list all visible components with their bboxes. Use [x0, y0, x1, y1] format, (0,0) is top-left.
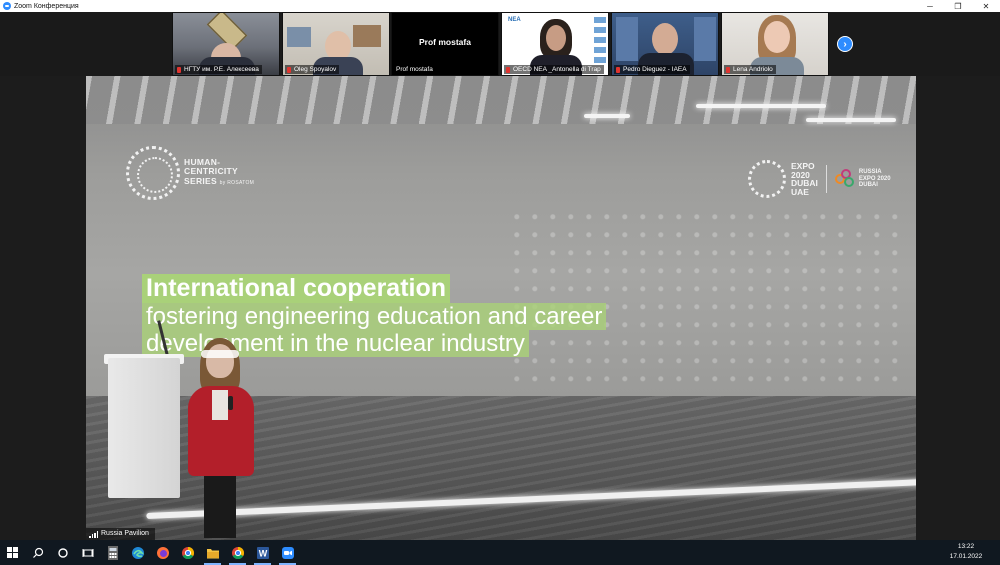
expo-ring-icon [748, 160, 786, 198]
chrome-icon [231, 546, 244, 559]
ceiling-light [806, 118, 896, 122]
nea-logo: NEA [508, 17, 521, 23]
taskbar-app[interactable] [100, 540, 125, 565]
active-speaker-video: HUMAN- CENTRICITY SERIES by ROSATOM EXPO… [86, 76, 916, 540]
logo-text: DUBAI [858, 182, 878, 189]
task-view-icon [82, 548, 93, 557]
speaker-name: Russia Pavilion [101, 530, 149, 537]
participant-name-tag: Oleg Spoyalov [285, 65, 340, 74]
mic-muted-icon [506, 66, 510, 73]
wall-picture [287, 27, 311, 47]
zoom-app-icon [3, 2, 11, 10]
participant-tile[interactable]: НГТУ им. Р.Е. Алексеева [172, 12, 280, 76]
podium [108, 358, 180, 498]
participant-tile[interactable]: Oleg Spoyalov [282, 12, 390, 76]
logo-text: SERIES [184, 175, 217, 186]
search-icon [32, 547, 43, 558]
taskbar-app[interactable] [225, 540, 250, 565]
zoom-window: Zoom Конференция ─ ❐ ✕ НГТУ им. Р.Е. Але… [0, 0, 1000, 565]
participant-tile[interactable]: Pedro Dieguez - IAEA [611, 12, 719, 76]
presenter-legs [204, 472, 236, 538]
avatar [652, 23, 678, 55]
face-shield [201, 350, 239, 358]
search-button[interactable] [25, 540, 50, 565]
next-page-button[interactable]: › [837, 36, 853, 52]
start-button[interactable] [0, 540, 25, 565]
ceiling-light [584, 114, 630, 118]
speaker-name-tag: Russia Pavilion [86, 528, 155, 540]
mic-muted-icon [287, 66, 291, 73]
divider [825, 165, 827, 193]
zoom-icon [281, 546, 294, 559]
close-button[interactable]: ✕ [972, 0, 1000, 12]
restore-button[interactable]: ❐ [944, 0, 972, 12]
taskbar-app[interactable] [275, 540, 300, 565]
ceiling-light [696, 104, 826, 108]
taskbar-app[interactable] [200, 540, 225, 565]
taskbar-app[interactable] [150, 540, 175, 565]
firefox-icon [156, 546, 169, 559]
connection-signal-icon [89, 530, 98, 538]
task-view-button[interactable] [75, 540, 100, 565]
ceiling [86, 76, 916, 124]
handheld-microphone [228, 396, 233, 410]
mic-muted-icon [726, 66, 730, 73]
clock-date: 17.01.2022 [949, 553, 983, 560]
taskbar-app[interactable] [125, 540, 150, 565]
participant-name-tag: НГТУ им. Р.Е. Алексеева [175, 65, 262, 74]
participant-name-tag: Prof mostafa [396, 66, 433, 73]
participant-name-tag: Lena Andriolo [724, 65, 776, 74]
slide-title-line: International cooperation [142, 274, 451, 303]
presenter [184, 338, 258, 538]
participant-name-tag: Pedro Dieguez - IAEA [614, 65, 690, 74]
title-bar: Zoom Конференция ─ ❐ ✕ [0, 0, 1000, 12]
windows-logo-icon [7, 547, 18, 558]
calculator-icon [107, 545, 118, 560]
cortana-icon [57, 547, 68, 558]
word-icon: W [256, 546, 269, 559]
human-centricity-logo: HUMAN- CENTRICITY SERIES by ROSATOM [126, 146, 254, 200]
meeting-area: НГТУ им. Р.Е. Алексеева Oleg Spoyalov Pr… [0, 12, 1000, 540]
dotted-circle-icon [126, 146, 180, 200]
file-explorer-icon [206, 548, 219, 558]
participant-tile[interactable]: Lena Andriolo [721, 12, 829, 76]
participant-gallery: НГТУ им. Р.Е. Алексеева Oleg Spoyalov Pr… [0, 12, 1000, 76]
edge-icon [131, 546, 144, 559]
participant-name-tag: OECD NEA _Antonella di Trap [504, 65, 604, 74]
system-clock[interactable]: 13:22 17.01.2022 [936, 542, 996, 562]
minimize-button[interactable]: ─ [916, 0, 944, 12]
chevron-right-icon: › [843, 39, 847, 50]
chrome-icon [181, 546, 194, 559]
presenter-shirt [212, 390, 228, 420]
expo-2020-logo: EXPO 2020 DUBAI UAE RUSSIA EXPO 2020 DUB… [748, 160, 891, 198]
slide-subtitle-line: fostering engineering education and care… [142, 303, 607, 330]
taskbar-app[interactable]: W [250, 540, 275, 565]
logo-text: by ROSATOM [219, 179, 255, 186]
participant-tile[interactable]: NEA OECD NEA _Antonella di Trap [501, 12, 609, 76]
mic-muted-icon [177, 66, 181, 73]
cortana-button[interactable] [50, 540, 75, 565]
svg-text:W: W [258, 548, 267, 558]
taskbar-app[interactable] [175, 540, 200, 565]
clock-time: 13:22 [957, 543, 975, 550]
participant-tile[interactable]: Prof mostafa Prof mostafa [391, 12, 499, 76]
decor-pattern [594, 17, 606, 67]
avatar [546, 25, 566, 51]
windows-taskbar: W [0, 540, 1000, 565]
avatar [764, 21, 790, 53]
logo-text: UAE [791, 186, 809, 197]
bookshelf [616, 17, 638, 61]
mic-muted-icon [616, 66, 620, 73]
russia-pavilion-icon [834, 169, 855, 189]
window-title: Zoom Конференция [14, 2, 79, 10]
bookshelf [694, 17, 716, 61]
wall-picture [353, 25, 381, 47]
participant-display-name: Prof mostafa [419, 37, 471, 47]
